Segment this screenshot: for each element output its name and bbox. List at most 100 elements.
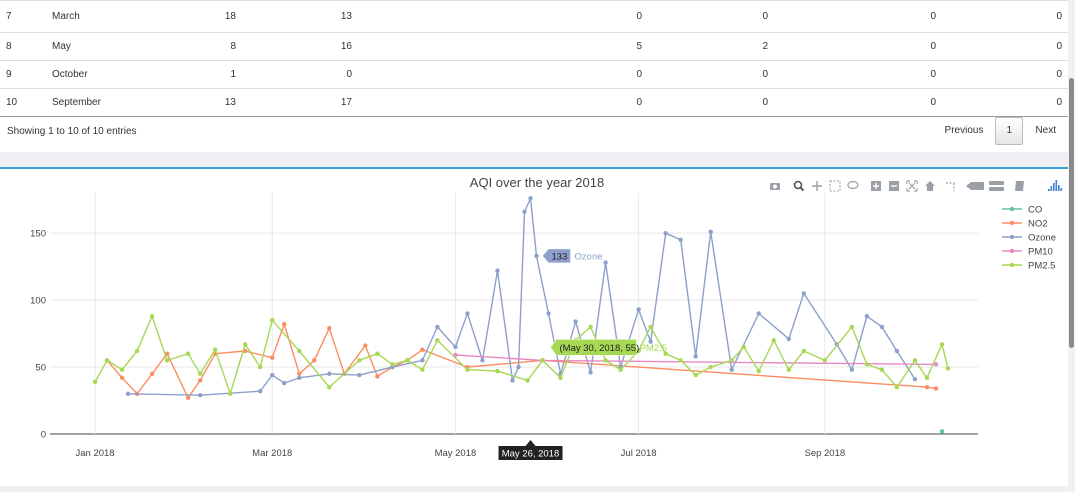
data-point-pm25[interactable]	[708, 364, 713, 370]
data-point-ozone[interactable]	[528, 196, 533, 201]
data-point-pm25[interactable]	[648, 324, 653, 330]
legend-label-no2[interactable]: NO2	[1028, 219, 1048, 230]
data-point-ozone[interactable]	[663, 230, 668, 236]
data-point-pm25[interactable]	[603, 358, 608, 363]
data-point-pm25[interactable]	[495, 368, 500, 374]
scrollbar[interactable]	[1068, 0, 1075, 492]
data-point-pm25[interactable]	[104, 358, 110, 363]
data-point-pm25[interactable]	[357, 358, 362, 363]
camera-icon[interactable]	[770, 183, 780, 190]
lasso-icon[interactable]	[847, 180, 859, 190]
data-point-pm25[interactable]	[197, 371, 203, 376]
data-point-pm25[interactable]	[149, 313, 155, 319]
data-point-pm25[interactable]	[92, 379, 98, 384]
data-point-pm25[interactable]	[297, 348, 302, 354]
data-point-ozone[interactable]	[327, 371, 332, 376]
data-point-ozone[interactable]	[708, 229, 713, 235]
plotly-logo-icon[interactable]	[1048, 180, 1063, 191]
data-point-pm25[interactable]	[924, 375, 930, 380]
data-point-ozone[interactable]	[480, 358, 485, 363]
data-point-pm10[interactable]	[933, 362, 939, 367]
autoscale-icon[interactable]	[906, 180, 918, 192]
legend-label-pm10[interactable]: PM10	[1028, 247, 1053, 258]
next-button[interactable]: Next	[1023, 118, 1068, 144]
data-point-pm25[interactable]	[227, 391, 233, 397]
data-point-ozone[interactable]	[864, 313, 870, 319]
scrollbar-thumb[interactable]	[1069, 78, 1074, 348]
data-point-pm25[interactable]	[912, 358, 918, 363]
data-point-ozone[interactable]	[495, 268, 500, 273]
previous-button[interactable]: Previous	[933, 118, 996, 144]
data-point-no2[interactable]	[297, 371, 302, 376]
zoom-out-icon[interactable]	[889, 181, 899, 191]
data-point-pm25[interactable]	[756, 368, 761, 374]
data-point-pm25[interactable]	[618, 367, 623, 372]
legend-marker-pm10[interactable]	[1009, 248, 1015, 254]
data-point-ozone[interactable]	[756, 311, 761, 316]
data-point-ozone[interactable]	[894, 348, 900, 354]
data-point-pm25[interactable]	[945, 366, 951, 371]
data-point-no2[interactable]	[119, 375, 125, 380]
data-point-pm25[interactable]	[939, 342, 945, 347]
data-point-pm25[interactable]	[390, 362, 395, 367]
data-point-no2[interactable]	[197, 378, 203, 383]
data-point-pm25[interactable]	[879, 367, 885, 372]
data-point-no2[interactable]	[327, 326, 332, 331]
data-point-pm25[interactable]	[243, 342, 248, 347]
zoom-icon[interactable]	[793, 180, 805, 192]
hover-closest-icon[interactable]	[966, 182, 984, 190]
data-point-ozone[interactable]	[573, 319, 578, 324]
data-point-ozone[interactable]	[693, 354, 698, 359]
data-point-ozone[interactable]	[534, 253, 539, 259]
data-point-pm25[interactable]	[212, 347, 218, 352]
data-point-ozone[interactable]	[125, 391, 131, 397]
data-point-pm25[interactable]	[588, 324, 593, 330]
data-point-pm25[interactable]	[678, 358, 683, 363]
page-1-button[interactable]: 1	[995, 117, 1024, 145]
data-point-pm25[interactable]	[729, 358, 734, 363]
data-point-no2[interactable]	[363, 343, 368, 348]
legend-marker-co[interactable]	[1009, 206, 1015, 212]
spike-lines-icon[interactable]	[946, 182, 955, 191]
box-select-icon[interactable]	[829, 180, 841, 192]
data-point-pm25[interactable]	[134, 348, 140, 354]
legend-marker-pm25[interactable]	[1009, 262, 1015, 268]
data-point-no2[interactable]	[270, 355, 275, 360]
data-point-ozone[interactable]	[516, 364, 521, 370]
data-point-pm25[interactable]	[786, 367, 791, 372]
data-point-pm25[interactable]	[465, 367, 470, 372]
data-point-ozone[interactable]	[522, 209, 527, 214]
data-point-pm25[interactable]	[435, 338, 440, 343]
data-point-pm25[interactable]	[327, 384, 332, 390]
data-point-pm25[interactable]	[525, 378, 530, 383]
data-point-pm25[interactable]	[849, 324, 855, 330]
data-point-pm25[interactable]	[185, 351, 191, 356]
data-point-ozone[interactable]	[879, 324, 885, 330]
hover-compare-icon[interactable]	[989, 181, 1004, 191]
data-point-no2[interactable]	[185, 395, 191, 401]
data-point-ozone[interactable]	[729, 367, 734, 372]
data-point-ozone[interactable]	[297, 375, 302, 380]
legend-marker-no2[interactable]	[1009, 220, 1015, 226]
zoom-in-icon[interactable]	[871, 181, 881, 191]
data-point-pm25[interactable]	[894, 384, 900, 390]
data-point-ozone[interactable]	[603, 260, 608, 265]
data-point-pm25[interactable]	[558, 375, 563, 380]
data-point-pm25[interactable]	[540, 358, 545, 363]
data-point-no2[interactable]	[420, 347, 425, 352]
data-point-pm25[interactable]	[270, 317, 275, 323]
data-point-pm25[interactable]	[258, 364, 263, 370]
data-point-ozone[interactable]	[636, 307, 641, 312]
legend-marker-ozone[interactable]	[1009, 234, 1015, 240]
data-point-pm25[interactable]	[375, 351, 380, 356]
data-point-ozone[interactable]	[453, 344, 458, 350]
data-point-ozone[interactable]	[912, 376, 918, 382]
data-point-co[interactable]	[939, 429, 945, 434]
data-point-pm25[interactable]	[741, 344, 746, 350]
data-point-pm25[interactable]	[119, 367, 125, 372]
legend-label-pm25[interactable]: PM2.5	[1028, 261, 1055, 272]
data-point-ozone[interactable]	[197, 392, 203, 398]
legend-label-co[interactable]: CO	[1028, 205, 1042, 216]
data-point-ozone[interactable]	[282, 380, 287, 386]
data-point-ozone[interactable]	[465, 311, 470, 316]
